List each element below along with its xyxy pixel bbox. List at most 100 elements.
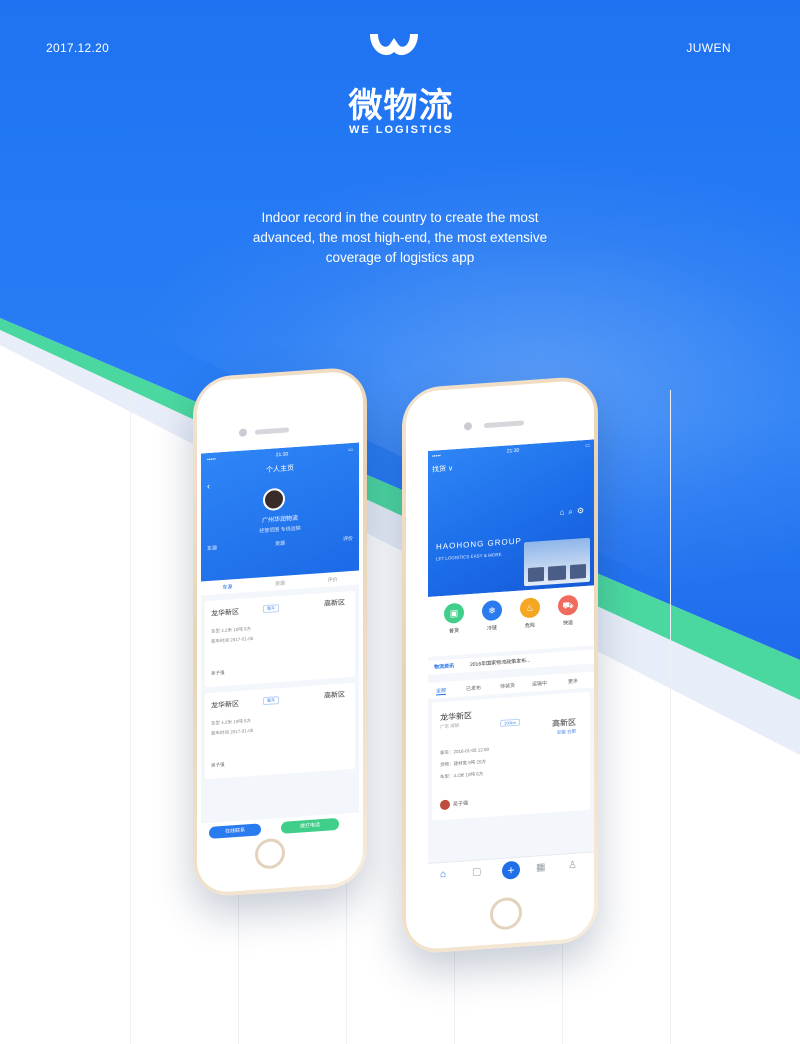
destination-region: 安徽 合肥 [556, 728, 576, 736]
truck-shape [570, 563, 586, 580]
destination-label: 高新区 [324, 691, 345, 700]
load-time: 装车：2016-01-05 12:00 [440, 746, 490, 756]
stat-item: 评价 [342, 535, 353, 543]
profile-screen: ••••• 21:30 ▭ 个人主页 ‹ 广州华润物流 经营范围 专线运输 车源… [201, 442, 359, 846]
grid-icon[interactable]: ▦ [536, 862, 545, 874]
brand-name-en: WE LOGISTICS [348, 124, 454, 136]
action-bar: 在线联系 拨打电话 [201, 812, 359, 846]
list-item[interactable]: 龙华新区 整车 高新区 车型 4.2米 10吨 8方 装车时间 2017-01-… [205, 682, 355, 780]
brand-logo-icon [370, 34, 418, 56]
poster-name: 吴子强 [211, 761, 225, 768]
brand-name-cn: 微物流 [348, 87, 454, 125]
tab-published[interactable]: 已发布 [466, 684, 481, 692]
load-time: 装车时间 2017-01-05 [211, 635, 254, 644]
truck-shape [528, 566, 544, 583]
tab-pending[interactable]: 待装货 [500, 682, 515, 690]
list-item[interactable]: 龙华新区 整车 高新区 车型 4.2米 10吨 8方 装车时间 2017-01-… [205, 590, 355, 688]
tagline-line-2: advanced, the most high-end, the most ex… [252, 230, 548, 245]
settings-icon[interactable]: ⚙ [577, 506, 588, 516]
goods-spec: 货物：建材类 8吨 25方 [440, 758, 487, 768]
origin-label: 龙华新区 [211, 608, 239, 618]
destination-label: 高新区 [324, 599, 345, 608]
category-general[interactable]: ▣ 普货 [440, 602, 468, 635]
message-icon[interactable]: ▢ [472, 866, 481, 878]
user-icon[interactable]: ♙ [568, 860, 577, 872]
banner-brand: HAOHONG GROUP [436, 536, 522, 552]
category-label: 普货 [448, 627, 459, 635]
home-button[interactable] [490, 896, 522, 931]
fire-icon: ♨ [520, 597, 540, 619]
home-screen: ••••• 21:30 ▭ 找货 ∨ ⌂⌕⚙ HAOHONG GROUP LET… [428, 439, 594, 890]
left-phone-mockup: ••••• 21:30 ▭ 个人主页 ‹ 广州华润物流 经营范围 专线运输 车源… [193, 365, 367, 899]
phone-face: ••••• 21:30 ▭ 找货 ∨ ⌂⌕⚙ HAOHONG GROUP LET… [406, 379, 594, 951]
avatar [440, 799, 450, 811]
home-button[interactable] [255, 837, 285, 870]
tab-in-transit[interactable]: 运输中 [532, 680, 547, 688]
vehicle-spec: 车型 4.2米 10吨 8方 [211, 626, 252, 634]
hero-background [0, 0, 800, 1044]
arrow-left-icon[interactable]: ‹ [207, 481, 210, 491]
category-express[interactable]: ⛟ 快运 [554, 594, 582, 627]
origin-label: 龙华新区 [211, 700, 239, 710]
destination-label: 高新区 [552, 717, 576, 729]
vehicle-spec: 车型 4.2米 10吨 8方 [211, 718, 252, 726]
poster-name: 吴子强 [453, 800, 469, 808]
right-phone-mockup: ••••• 21:30 ▭ 找货 ∨ ⌂⌕⚙ HAOHONG GROUP LET… [402, 375, 598, 955]
mode-selector[interactable]: 找货 ∨ [432, 463, 453, 474]
profile-stats: 车源 货源 评价 [207, 535, 353, 552]
list-item[interactable]: 龙华新区 广东 深圳 100km 高新区 安徽 合肥 装车：2016-01-05… [432, 691, 590, 821]
front-camera [239, 428, 247, 437]
category-grid: ▣ 普货 ❄ 冷链 ♨ 危险 ⛟ 快运 [428, 585, 594, 658]
home-banner: ••••• 21:30 ▭ 找货 ∨ ⌂⌕⚙ HAOHONG GROUP LET… [428, 439, 594, 598]
type-tag: 整车 [263, 696, 279, 706]
tab-more[interactable]: 更多 [568, 678, 578, 686]
avatar [263, 487, 285, 512]
news-badge: 物流资讯 [434, 663, 455, 671]
poster: 吴子强 [440, 798, 469, 811]
distance-tag: 100km [500, 718, 521, 727]
truck-shape [548, 565, 566, 581]
tab-vehicles[interactable]: 车源 [222, 583, 232, 591]
status-time: 21:30 [506, 447, 520, 455]
author-label: JUWEN [686, 41, 731, 55]
category-label: 冷链 [486, 625, 497, 632]
phone-face: ••••• 21:30 ▭ 个人主页 ‹ 广州华润物流 经营范围 专线运输 车源… [197, 370, 363, 894]
status-bar: ••••• 21:30 ▭ [432, 443, 590, 460]
status-time: 21:30 [275, 451, 289, 459]
tagline: Indoor record in the country to create t… [220, 208, 580, 268]
poster-name: 吴子强 [211, 669, 225, 676]
carrier-signal: ••••• [207, 456, 216, 464]
battery-icon: ▭ [348, 446, 353, 454]
category-label: 危险 [524, 622, 535, 630]
tab-all[interactable]: 全部 [436, 686, 447, 696]
tab-goods[interactable]: 货源 [275, 579, 285, 587]
header-actions: ⌂⌕⚙ [560, 506, 589, 518]
search-icon[interactable]: ⌕ [568, 507, 576, 517]
vehicle-spec: 车型：4.2米 10吨 8方 [440, 771, 484, 780]
stat-item: 车源 [207, 545, 218, 553]
stat-item: 货源 [274, 540, 285, 548]
battery-icon: ▭ [585, 442, 590, 450]
category-cold-chain[interactable]: ❄ 冷链 [478, 599, 506, 633]
profile-header: ••••• 21:30 ▭ 个人主页 ‹ 广州华润物流 经营范围 专线运输 车源… [201, 442, 359, 594]
tagline-line-1: Indoor record in the country to create t… [261, 210, 539, 225]
snowflake-icon: ❄ [482, 599, 502, 622]
contact-online-button[interactable]: 在线联系 [209, 823, 261, 839]
call-button[interactable]: 拨打电话 [281, 817, 339, 834]
category-hazardous[interactable]: ♨ 危险 [516, 597, 544, 630]
front-camera [464, 421, 472, 431]
bottom-nav: ⌂ ▢ + ▦ ♙ [428, 851, 594, 890]
banner-trucks-image [524, 537, 590, 587]
banner-slogan: LET LOGISTICS EASY & MORE [436, 551, 502, 562]
news-headline: 2016年国家物流政策发布... [470, 657, 531, 669]
load-time: 装车时间 2017-01-05 [211, 727, 254, 736]
truck-icon: ⛟ [558, 594, 578, 616]
plus-icon[interactable]: + [502, 860, 520, 880]
home-icon[interactable]: ⌂ [440, 869, 446, 880]
tagline-line-3: coverage of logistics app [325, 250, 475, 265]
category-label: 快运 [562, 619, 573, 627]
tab-reviews[interactable]: 评价 [328, 575, 338, 583]
earpiece-speaker [484, 420, 524, 429]
earpiece-speaker [255, 427, 289, 435]
type-tag: 整车 [263, 604, 279, 614]
